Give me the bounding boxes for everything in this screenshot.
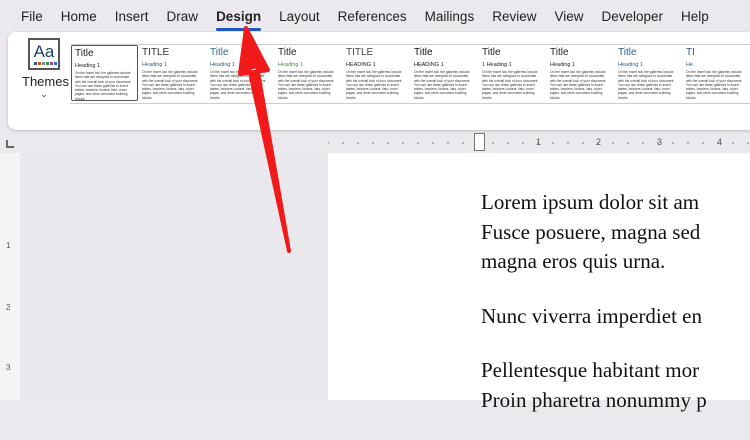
annotation-arrow [238, 26, 291, 253]
